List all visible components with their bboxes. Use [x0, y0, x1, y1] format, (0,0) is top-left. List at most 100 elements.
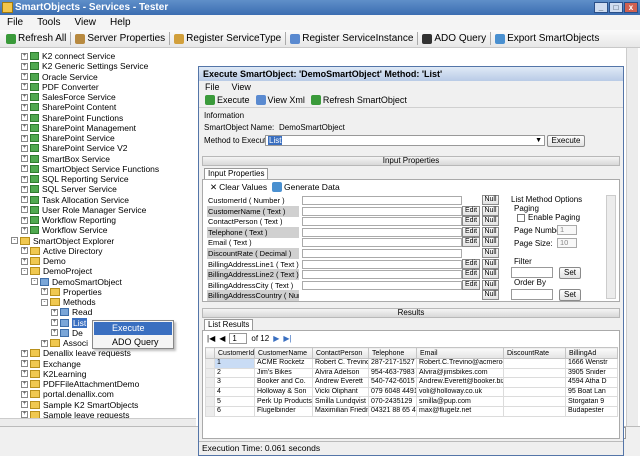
generate-data-button[interactable]: Generate Data	[269, 181, 343, 193]
toolbar-button-3[interactable]: Register ServiceInstance	[287, 31, 416, 47]
expand-icon[interactable]: +	[21, 103, 28, 111]
expand-icon[interactable]: +	[21, 370, 28, 378]
expand-icon[interactable]: +	[21, 165, 28, 173]
expand-icon[interactable]: +	[21, 52, 28, 60]
menu-file[interactable]: File	[0, 15, 30, 30]
tree-node[interactable]: + Task Allocation Service	[21, 195, 129, 205]
tree-node[interactable]: + K2Learning	[21, 369, 86, 379]
tab-input-properties[interactable]: Input Properties	[204, 168, 269, 179]
tree-node[interactable]: + Denallix leave requests	[21, 348, 131, 358]
row-header[interactable]	[205, 367, 215, 379]
null-button[interactable]: Null	[482, 226, 499, 237]
expand-icon[interactable]: +	[21, 124, 28, 132]
expand-icon[interactable]: +	[21, 257, 28, 265]
tab-list-results[interactable]: List Results	[204, 319, 254, 330]
expand-icon[interactable]: +	[21, 206, 28, 214]
property-value-input[interactable]	[302, 196, 462, 205]
null-button[interactable]: Null	[482, 237, 499, 248]
execute-toolbar-button[interactable]: Execute	[202, 92, 253, 108]
tree-node[interactable]: + SmartBox Service	[21, 154, 110, 164]
tree-node[interactable]: + Workflow Service	[21, 225, 108, 235]
toolbar-button-4[interactable]: ADO Query	[419, 31, 489, 47]
property-value-input[interactable]	[302, 249, 462, 258]
tree-node[interactable]: + User Role Manager Service	[21, 205, 146, 215]
tree-node[interactable]: + SharePoint Service V2	[21, 143, 128, 153]
filter-input[interactable]	[511, 267, 553, 278]
tree-node[interactable]: - DemoProject	[21, 266, 92, 276]
column-header[interactable]: ContactPerson	[312, 347, 369, 359]
expand-icon[interactable]: +	[21, 380, 28, 388]
property-value-input[interactable]	[302, 238, 462, 248]
row-header[interactable]	[205, 386, 215, 398]
last-page-icon[interactable]: ▶|	[283, 334, 291, 344]
collapse-icon[interactable]: -	[31, 278, 38, 285]
expand-icon[interactable]: +	[21, 93, 28, 101]
main-vertical-scrollbar[interactable]	[626, 48, 638, 426]
expand-icon[interactable]: +	[41, 288, 48, 296]
first-page-icon[interactable]: |◀	[207, 334, 215, 344]
menu-view[interactable]: View	[67, 15, 103, 30]
tree-node[interactable]: + K2 Generic Settings Service	[21, 61, 148, 71]
tree-node[interactable]: + SharePoint Functions	[21, 113, 123, 123]
refresh-smartobject-button[interactable]: Refresh SmartObject	[308, 92, 410, 108]
tree-node[interactable]: + SharePoint Service	[21, 133, 115, 143]
tree-node[interactable]: + SmartObject Service Functions	[21, 164, 159, 174]
column-header[interactable]: CustomerId	[214, 347, 255, 359]
edit-button[interactable]: Edit	[462, 205, 480, 216]
expand-icon[interactable]: +	[21, 114, 28, 121]
null-button[interactable]: Null	[482, 269, 499, 280]
row-header[interactable]	[205, 377, 215, 388]
tree-node[interactable]: + Demo	[21, 256, 66, 266]
tree-node[interactable]: + SharePoint Content	[21, 102, 116, 112]
context-execute-method[interactable]: Execute Method	[94, 322, 172, 346]
toolbar-button-2[interactable]: Register ServiceType	[171, 31, 284, 47]
table-row[interactable]: 5 Perk Up Products Smilla Lundqvist 070-243…	[205, 396, 618, 407]
edit-button[interactable]: Edit	[462, 216, 480, 227]
page-number-stepper[interactable]: 1	[557, 225, 577, 235]
property-value-input[interactable]	[302, 206, 462, 216]
tree-node[interactable]: + K2 connect Service	[21, 51, 115, 61]
expand-icon[interactable]: +	[51, 319, 58, 326]
tree-node[interactable]: + SharePoint Management	[21, 123, 136, 133]
tree-horizontal-scrollbar[interactable]	[0, 418, 196, 426]
expand-icon[interactable]: +	[21, 196, 28, 203]
property-value-input[interactable]	[302, 217, 462, 227]
tree-node[interactable]: + Read	[51, 307, 92, 317]
tree-node[interactable]: + Associ	[41, 338, 88, 348]
toolbar-button-0[interactable]: Refresh All	[3, 31, 69, 47]
edit-button[interactable]: Edit	[462, 258, 480, 269]
collapse-icon[interactable]: -	[41, 298, 48, 306]
table-row[interactable]: 3 Booker and Co. Andrew Everett 540-742-601…	[205, 377, 618, 388]
page-input[interactable]: 1	[229, 333, 248, 344]
minimize-icon[interactable]: _	[594, 2, 608, 13]
edit-button[interactable]: Edit	[462, 279, 480, 290]
input-properties-scrollbar[interactable]	[606, 195, 616, 299]
tree-node[interactable]: + PDFFileAttachmentDemo	[21, 379, 139, 389]
clear-values-button[interactable]: ✕ Clear Values	[207, 181, 270, 193]
expand-icon[interactable]: +	[51, 329, 58, 337]
column-header[interactable]: Email	[416, 347, 504, 359]
expand-icon[interactable]: +	[21, 216, 28, 224]
maximize-icon[interactable]: □	[609, 2, 623, 13]
null-button[interactable]: Null	[482, 279, 499, 290]
expand-icon[interactable]: +	[21, 73, 28, 80]
service-tree[interactable]: + K2 connect Service + K2 Generic Settings …	[0, 48, 196, 426]
tree-node[interactable]: + Properties	[41, 287, 102, 297]
page-size-stepper[interactable]: 10	[557, 238, 577, 248]
view-xml-button[interactable]: View Xml	[253, 92, 308, 108]
table-row[interactable]: 4 Holloway & Son Vicki Oliphant 079 6048 44…	[205, 386, 618, 398]
expand-icon[interactable]: +	[21, 401, 28, 408]
tree-node[interactable]: + PDF Converter	[21, 82, 99, 92]
expand-icon[interactable]: +	[21, 134, 28, 142]
table-row[interactable]: 2 Jim's Bikes Alvira Adelson 954-463-7983 Al…	[205, 367, 618, 379]
tree-node[interactable]: - DemoSmartObject	[31, 277, 122, 287]
tree-node[interactable]: + Sample K2 SmartObjects	[21, 400, 138, 410]
tree-node[interactable]: + List	[51, 317, 88, 328]
collapse-icon[interactable]: -	[21, 267, 28, 275]
results-header[interactable]: Results	[202, 308, 620, 318]
toolbar-button-1[interactable]: Server Properties	[72, 31, 168, 47]
next-page-icon[interactable]: ▶	[273, 334, 279, 344]
column-header[interactable]: BillingAd	[565, 347, 618, 359]
close-icon[interactable]: x	[624, 2, 638, 13]
null-button[interactable]: Null	[482, 258, 499, 269]
